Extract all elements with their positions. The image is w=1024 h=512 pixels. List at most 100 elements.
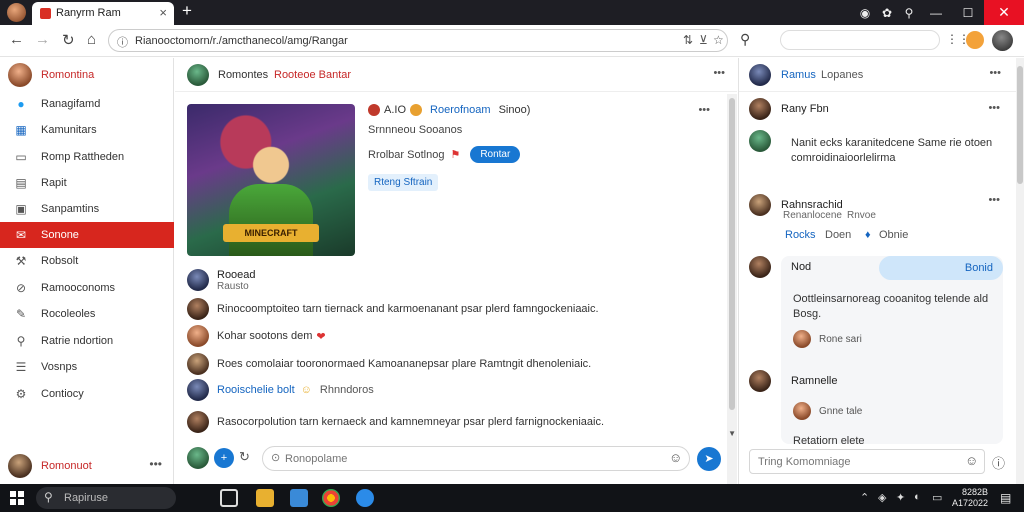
emoji-icon[interactable]: ☺	[669, 450, 682, 465]
browser-tab[interactable]: Ranyrm Ram ×	[32, 2, 174, 25]
comment-row[interactable]: Rooead Rausto	[187, 268, 717, 292]
profile-avatar[interactable]	[7, 3, 26, 22]
comment-author-name[interactable]: Rooischelie bolt	[217, 384, 295, 396]
comment-row[interactable]: Rinocoomptoiteo tarn tiernack and karmoe…	[187, 297, 717, 321]
sidebar-item-1[interactable]: ● Ranagifamd	[0, 91, 174, 117]
left-sidebar: Romontina ● Ranagifamd ▦ Kamunitars ▭ Ro…	[0, 58, 174, 484]
action-like[interactable]: Rocks	[785, 228, 816, 243]
message-author-name: Rany Fbn	[781, 103, 829, 115]
bookmark-star-icon[interactable]: ☆	[713, 33, 724, 47]
right-header-a[interactable]: Ramus	[781, 69, 816, 81]
message-author[interactable]: Rany Fbn	[749, 98, 829, 120]
sidebar-item-6-active[interactable]: ✉ Sonone	[0, 222, 174, 248]
volume-icon[interactable]: ◐	[914, 491, 921, 503]
comment-row[interactable]: Rasocorpolution tarn kernaeck and kamnem…	[187, 410, 717, 434]
sidebar-item-4[interactable]: ▤ Rapit	[0, 170, 174, 196]
sidebar-item-2[interactable]: ▦ Kamunitars	[0, 117, 174, 143]
sidebar-item-7[interactable]: ⚒ Robsolt	[0, 248, 174, 274]
feed-header: Romontes Rooteoe Bantar •••	[175, 58, 737, 92]
taskbar-search[interactable]: ⚲ Rapiruse	[36, 487, 176, 509]
comment-input[interactable]	[262, 446, 690, 471]
windows-start-icon[interactable]	[10, 491, 24, 505]
account-avatar[interactable]	[992, 30, 1013, 51]
share-icon[interactable]: ⇅	[683, 33, 693, 47]
post-action-button[interactable]: Rontar	[470, 146, 521, 163]
sidebar-item-9[interactable]: ✎ Rocoleoles	[0, 301, 174, 327]
sidebar-item-10[interactable]: ⚲ Ratrie ndortion	[0, 328, 174, 354]
message-input[interactable]	[749, 449, 985, 474]
more-options-icon[interactable]: •••	[149, 457, 162, 471]
sidebar-profile[interactable]: Romontina	[8, 63, 94, 87]
feed-header-sub[interactable]: Rooteoe Bantar	[274, 69, 351, 81]
feed-scroll-thumb[interactable]	[729, 98, 735, 410]
sidebar-item-5[interactable]: ▣ Sanpamtins	[0, 196, 174, 222]
comment-row[interactable]: Roes comolaiar tooronormaed Kamoananepsa…	[187, 352, 717, 376]
thread-bubble[interactable]: Bonid	[879, 256, 1003, 280]
photos-icon[interactable]	[290, 489, 308, 507]
chevron-up-icon[interactable]: ⌃	[860, 491, 869, 504]
file-explorer-icon[interactable]	[256, 489, 274, 507]
people-icon[interactable]: ✦	[896, 491, 905, 504]
more-options-icon[interactable]: •••	[698, 104, 710, 116]
post-tag[interactable]: Rteng Sftrain	[368, 174, 439, 191]
minimize-button[interactable]: —	[920, 6, 952, 20]
close-window-button[interactable]: ✕	[984, 0, 1024, 25]
right-scroll-thumb[interactable]	[1017, 66, 1023, 184]
more-options-icon[interactable]: •••	[988, 194, 1000, 206]
reload-icon[interactable]: ↻	[62, 31, 75, 49]
notifications-icon[interactable]: ▤	[1000, 491, 1011, 505]
comment-row[interactable]: Kohar sootons dem ❤	[187, 324, 717, 348]
more-options-icon[interactable]: •••	[988, 102, 1000, 114]
sidebar-item-12[interactable]: ⚙ Contiocy	[0, 381, 174, 407]
comment-composer: + ↻ ⊙ ☺ ➤	[187, 446, 723, 472]
send-button[interactable]: ➤	[697, 447, 721, 471]
info-icon[interactable]: ⓘ	[117, 34, 128, 50]
clock[interactable]: 8282B A172022	[950, 487, 988, 509]
feed-header-name[interactable]: Romontes	[218, 69, 268, 81]
telegram-icon[interactable]	[356, 489, 374, 507]
scroll-down-icon[interactable]: ▼	[728, 429, 736, 438]
avatar[interactable]	[749, 64, 771, 86]
sidebar-item-8[interactable]: ⊘ Ramooconoms	[0, 275, 174, 301]
sidebar-bottom-profile[interactable]: Romonuot •••	[8, 454, 168, 478]
task-view-icon[interactable]	[220, 489, 238, 507]
maximize-button[interactable]: ☐	[952, 6, 984, 20]
thread-user[interactable]: Nod	[749, 256, 811, 278]
emoji-extension-icon[interactable]	[966, 31, 984, 49]
sidebar-item-3[interactable]: ▭ Romp Rattheden	[0, 144, 174, 170]
chrome-icon[interactable]	[322, 489, 340, 507]
post-meta-link[interactable]: Roerofnoam	[430, 104, 491, 116]
info-icon[interactable]: ⓘ	[992, 453, 1005, 472]
emoji-icon[interactable]: ☺	[965, 453, 978, 468]
avatar[interactable]	[187, 64, 209, 86]
add-attachment-icon[interactable]: +	[214, 448, 234, 468]
post-image[interactable]: MINECRAFT	[187, 104, 355, 256]
address-bar[interactable]: ⓘ Rianooctomorn/r./amcthanecol/amg/Ranga…	[108, 29, 728, 52]
network-icon[interactable]: ◈	[878, 491, 886, 504]
sidebar-item-label: Rapit	[41, 177, 67, 189]
home-icon[interactable]: ⌂	[87, 31, 96, 48]
record-icon[interactable]: ◉	[854, 6, 876, 20]
sidebar-item-label: Sanpamtins	[41, 203, 100, 215]
new-tab-button[interactable]: +	[182, 1, 192, 21]
avatar	[187, 353, 209, 375]
sidebar-item-11[interactable]: ☰ Vosnps	[0, 354, 174, 380]
thread-user[interactable]: Ramnelle	[749, 370, 837, 392]
tab-close-icon[interactable]: ×	[159, 5, 167, 20]
more-options-icon[interactable]: •••	[713, 67, 725, 79]
more-options-icon[interactable]: •••	[989, 67, 1001, 79]
comment-row[interactable]: Rooischelie bolt ☺ Rhnndoros	[187, 378, 717, 402]
toolbar-search-field[interactable]	[780, 30, 940, 50]
refresh-icon[interactable]: ↻	[239, 449, 250, 465]
battery-icon[interactable]: ▭	[932, 491, 942, 504]
forward-arrow-icon[interactable]: →	[35, 31, 50, 48]
search-icon: ⚲	[44, 490, 53, 504]
action-share[interactable]: Obnie	[879, 228, 908, 243]
action-reply[interactable]: Doen	[825, 228, 851, 243]
translate-icon[interactable]: ⊻	[699, 33, 708, 47]
search-icon[interactable]: ⚲	[740, 31, 750, 48]
extension-icon[interactable]: ✿	[876, 6, 898, 20]
thread-more[interactable]: Retatiorn elete	[793, 434, 865, 449]
back-arrow-icon[interactable]: ←	[9, 31, 24, 48]
microphone-icon[interactable]: ⚲	[898, 6, 920, 20]
